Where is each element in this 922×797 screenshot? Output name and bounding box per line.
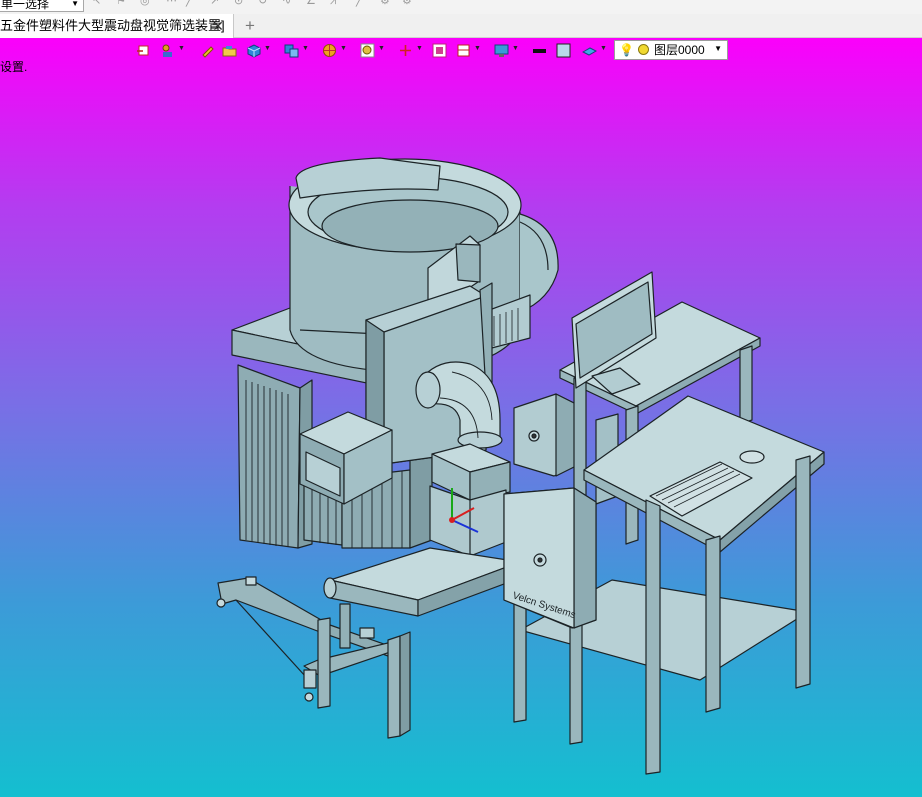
gear-icon[interactable]: ⚙	[380, 0, 394, 7]
plane-icon	[582, 47, 597, 56]
chevron-down-icon: ▼	[512, 45, 519, 52]
chevron-down-icon: ▼	[714, 44, 722, 53]
lightbulb-icon[interactable]: 💡	[619, 43, 634, 57]
chevron-down-icon: ▼	[600, 45, 607, 52]
zoom-button[interactable]: ▼	[358, 40, 388, 62]
target-icon[interactable]: ◎	[140, 0, 154, 7]
selection-filter-dropdown[interactable]: 单一选择 ▼	[0, 0, 84, 12]
chevron-down-icon: ▼	[71, 0, 79, 8]
solid-display-button[interactable]: ▼	[244, 40, 274, 62]
chevron-down-icon: ▼	[178, 45, 185, 52]
line-icon[interactable]: ╱	[186, 0, 200, 7]
chevron-down-icon: ▼	[378, 45, 385, 52]
point-icon[interactable]: ⋯	[166, 0, 180, 7]
pencil-icon	[202, 46, 214, 58]
angle-icon[interactable]: ∠	[306, 0, 320, 7]
exit-sketch-button[interactable]	[134, 40, 156, 62]
close-icon[interactable]: ✕	[210, 14, 226, 38]
conveyor	[317, 547, 521, 739]
multi-view-button[interactable]: ▼	[282, 40, 312, 62]
selection-filter-value: 单一选择	[1, 0, 50, 11]
fit-view-icon	[432, 43, 447, 58]
fit-view-button[interactable]	[430, 40, 450, 62]
color-button[interactable]	[554, 40, 574, 62]
slash-icon[interactable]: ╱	[356, 0, 370, 7]
zoom-icon	[360, 43, 375, 58]
chevron-down-icon: ▼	[340, 45, 347, 52]
user-view-button[interactable]: ▼	[158, 40, 188, 62]
display-monitor-icon	[494, 44, 509, 57]
measure-icon[interactable]: ⩘	[330, 0, 344, 7]
quick-toolbar: 单一选择 ▼ ↖ ⚑ ◎ ⋯ ╱ ↗ ⊙ ↻ ∿ ∠ ⩘ ╱ ⚙ ⚙	[0, 0, 922, 14]
line-style-button[interactable]	[530, 40, 550, 62]
rotate-icon[interactable]: ↻	[258, 0, 272, 7]
triad-icon	[400, 45, 411, 56]
folder-open-icon	[222, 46, 237, 57]
chevron-down-icon: ▼	[264, 45, 271, 52]
color-swatch-icon	[556, 43, 571, 58]
collection-box	[429, 443, 511, 557]
display-settings-button[interactable]: ▼	[492, 40, 522, 62]
document-tab-bar: 五金件塑料件大型震动盘视觉筛选装置] ✕ +	[0, 14, 922, 38]
settings-icon[interactable]: ⚙	[402, 0, 416, 7]
solid-cube-icon	[247, 44, 261, 58]
layer-color-icon	[638, 44, 649, 55]
multi-cube-icon	[284, 44, 299, 58]
chevron-down-icon: ▼	[474, 45, 481, 52]
chevron-down-icon: ▼	[302, 45, 309, 52]
filter-icon[interactable]: ⚑	[116, 0, 130, 7]
document-tab[interactable]: 五金件塑料件大型震动盘视觉筛选装置] ✕	[0, 14, 234, 38]
circle-icon[interactable]: ⊙	[234, 0, 248, 7]
exit-sketch-icon	[137, 45, 149, 56]
snap-icon[interactable]: ∿	[282, 0, 296, 7]
section-view-icon	[457, 44, 470, 57]
line-style-icon	[533, 49, 546, 53]
triad-button[interactable]: ▼	[396, 40, 426, 62]
shaded-sphere-icon	[323, 44, 336, 57]
layer-dropdown[interactable]: 💡 图层0000 ▼	[614, 40, 728, 60]
document-tab-title: 五金件塑料件大型震动盘视觉筛选装置]	[0, 18, 225, 33]
control-box-upper	[513, 393, 577, 477]
arrow-icon[interactable]: ↖	[92, 0, 106, 7]
open-folder-button[interactable]	[220, 40, 238, 62]
cad-model[interactable]: Velcn Systems	[0, 38, 922, 797]
layer-name: 图层0000	[654, 43, 705, 57]
section-view-button[interactable]: ▼	[454, 40, 484, 62]
plane-button[interactable]: ▼	[580, 40, 610, 62]
user-view-icon	[162, 44, 172, 57]
chevron-down-icon: ▼	[416, 45, 423, 52]
display-style-button[interactable]: ▼	[320, 40, 350, 62]
sketch-button[interactable]	[198, 40, 216, 62]
graphics-viewport[interactable]: 设置. Velcn Systems ▼ ▼ ▼ ▼ ▼ ▼ ▼ ▼ ▼ 💡 图层…	[0, 38, 922, 797]
arrow-line-icon[interactable]: ↗	[210, 0, 224, 7]
add-tab-icon[interactable]: +	[240, 14, 260, 38]
